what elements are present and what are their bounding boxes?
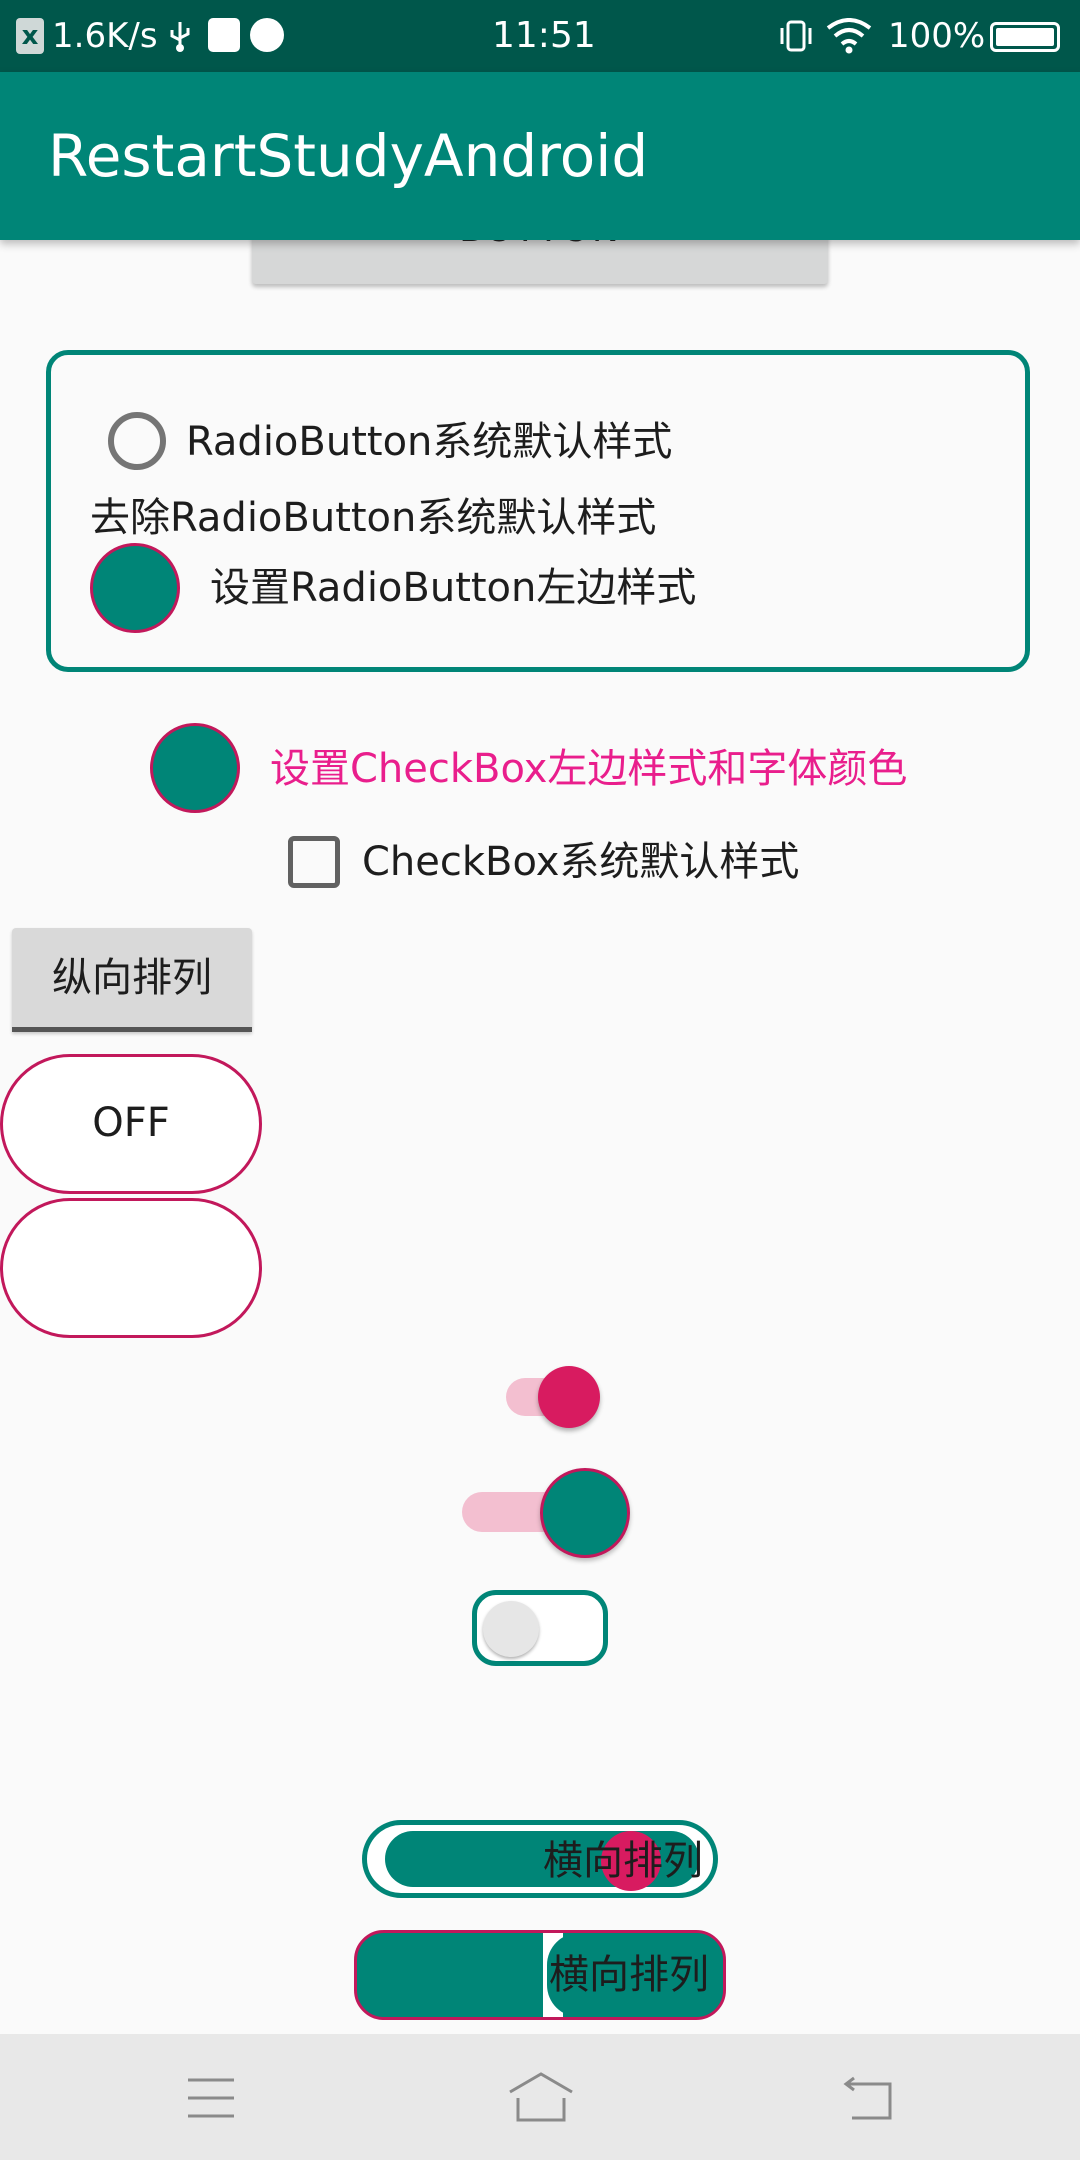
battery-percent: 100% — [888, 16, 986, 56]
horizontal-switch-2-label: 横向排列 — [549, 1952, 709, 1998]
app-notification-icon: x — [16, 18, 44, 54]
switch-custom-thumb-knob — [540, 1468, 630, 1558]
home-icon[interactable] — [506, 2070, 576, 2124]
pill-toggle-off[interactable]: OFF — [0, 1054, 262, 1194]
back-icon[interactable] — [842, 2074, 894, 2122]
switch-custom-thumb[interactable] — [460, 1466, 632, 1560]
switch-small[interactable] — [500, 1364, 604, 1430]
toggle-button-label: 纵向排列 — [52, 955, 212, 1001]
checkbox-default-label[interactable]: CheckBox系统默认样式 — [362, 838, 799, 886]
radio-default-label[interactable]: RadioButton系统默认样式 — [186, 418, 672, 466]
pill-toggle-off-label: OFF — [92, 1100, 170, 1146]
status-bar: x 1.6K/s 11:51 100% — [0, 0, 1080, 72]
radio-custom-label[interactable]: 设置RadioButton左边样式 — [210, 564, 696, 612]
app-title: RestartStudyAndroid — [48, 122, 649, 190]
battery-icon — [990, 22, 1060, 52]
horizontal-switch-1[interactable]: 横向排列 — [362, 1820, 718, 1898]
vibrate-icon — [780, 20, 812, 52]
app-bar: RestartStudyAndroid — [0, 72, 1080, 240]
navigation-bar — [0, 2034, 1080, 2160]
usb-icon — [170, 22, 190, 52]
checkbox-custom-indicator[interactable] — [150, 723, 240, 813]
checkbox-default-box[interactable] — [288, 836, 340, 888]
switch-small-thumb — [538, 1366, 600, 1428]
wifi-icon — [826, 18, 872, 54]
clock: 11:51 — [492, 15, 596, 56]
checkbox-custom-label[interactable]: 设置CheckBox左边样式和字体颜色 — [270, 745, 907, 793]
horizontal-switch-1-label: 横向排列 — [543, 1838, 703, 1884]
radio-removed-label[interactable]: 去除RadioButton系统默认样式 — [90, 494, 656, 542]
switch-outlined[interactable] — [472, 1590, 608, 1666]
usb-debug-icon — [208, 18, 240, 52]
radio-default-indicator[interactable] — [108, 412, 166, 470]
horizontal-switch-2[interactable]: 横向排列 — [354, 1930, 726, 2020]
radio-custom-indicator[interactable] — [90, 543, 180, 633]
planet-app-icon — [250, 18, 284, 52]
toggle-button[interactable]: 纵向排列 — [12, 928, 252, 1032]
network-speed: 1.6K/s — [52, 16, 158, 56]
menu-icon[interactable] — [186, 2076, 236, 2120]
pill-toggle-empty[interactable] — [0, 1198, 262, 1338]
switch-outlined-thumb — [483, 1601, 539, 1657]
